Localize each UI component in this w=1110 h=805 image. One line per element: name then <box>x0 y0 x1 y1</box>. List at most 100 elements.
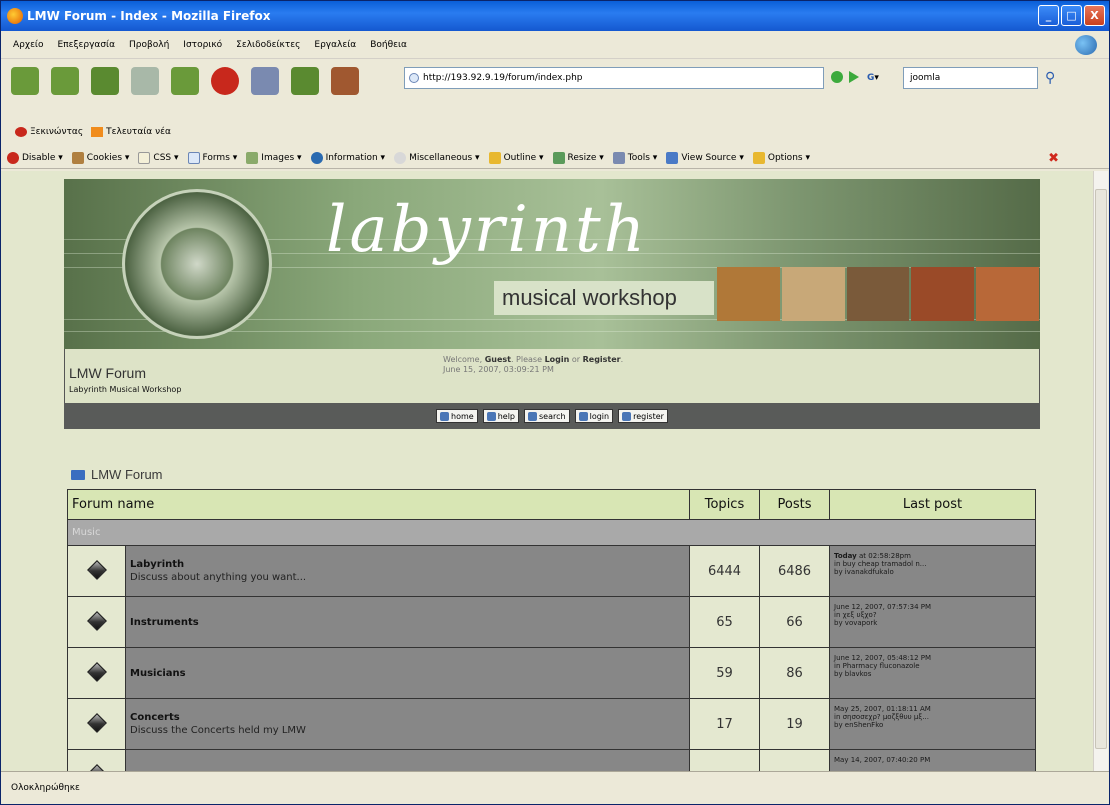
close-toolbar-icon[interactable]: ✖ <box>1048 151 1059 166</box>
last-post-cell: Today at 02:58:28pm in buy cheap tramado… <box>829 545 1036 597</box>
view-source-icon <box>666 151 679 164</box>
adblock-icon[interactable] <box>211 67 239 95</box>
dev-images[interactable]: Images ▾ <box>246 151 302 164</box>
search-engine-label: G <box>867 73 875 83</box>
stop-icon[interactable] <box>131 67 159 95</box>
dev-options[interactable]: Options ▾ <box>752 151 810 164</box>
bookmark-latest-news[interactable]: Τελευταία νέα <box>91 127 171 137</box>
forum-cell: Musicians <box>125 647 690 699</box>
login-button[interactable]: login <box>574 409 614 423</box>
menu-file[interactable]: Αρχείο <box>13 40 44 50</box>
search-icon <box>528 411 538 421</box>
search-icon[interactable]: ⚲ <box>1045 70 1055 86</box>
forum-cell: Concerts Discuss the Concerts held my LM… <box>125 698 690 750</box>
back-icon[interactable] <box>11 67 39 95</box>
dev-label: Miscellaneous <box>409 152 473 163</box>
css-icon <box>138 151 151 164</box>
bookmark-label: Ξεκινώντας <box>30 127 84 137</box>
forum-link[interactable]: Labyrinth <box>130 559 689 570</box>
folder-icon <box>71 469 85 480</box>
help-button[interactable]: help <box>482 409 520 423</box>
home-icon <box>440 411 450 421</box>
download-icon[interactable] <box>331 67 359 95</box>
maximize-button[interactable]: □ <box>1061 5 1082 26</box>
home-button[interactable]: home <box>436 409 478 423</box>
col-topics: Topics <box>689 489 760 520</box>
forum-link[interactable]: Instruments <box>130 617 689 628</box>
menu-bookmarks[interactable]: Σελιδοδείκτες <box>236 40 300 50</box>
category-music[interactable]: Music <box>67 519 1036 546</box>
chevron-down-icon: ▾ <box>874 73 879 83</box>
banner-subtitle: musical workshop <box>494 281 714 315</box>
search-button[interactable]: search <box>524 409 570 423</box>
register-button[interactable]: register <box>618 409 668 423</box>
dev-label: Forms <box>202 152 230 163</box>
register-link[interactable]: Register <box>583 355 621 364</box>
forum-link[interactable]: Concerts <box>130 712 689 723</box>
search-field[interactable]: joomla <box>903 67 1038 89</box>
posts-count: 19 <box>759 698 830 750</box>
last-post-link[interactable]: in χεξ υξχο? <box>834 611 1035 619</box>
menu-tools[interactable]: Εργαλεία <box>314 40 356 50</box>
outline-icon <box>488 151 501 164</box>
forum-status-icon <box>67 698 126 750</box>
dev-tools[interactable]: Tools ▾ <box>612 151 657 164</box>
window-controls: _ □ X <box>1038 5 1105 26</box>
forum-link[interactable]: Musicians <box>130 668 689 679</box>
window-title: LMW Forum - Index - Mozilla Firefox <box>27 9 271 23</box>
close-button[interactable]: X <box>1084 5 1105 26</box>
forward-icon[interactable] <box>51 67 79 95</box>
last-post-author[interactable]: by vovapork <box>834 619 1035 627</box>
dev-cookies[interactable]: Cookies ▾ <box>71 151 129 164</box>
browser-window: LMW Forum - Index - Mozilla Firefox _ □ … <box>0 0 1110 805</box>
dev-forms[interactable]: Forms ▾ <box>187 151 237 164</box>
menu-help[interactable]: Βοήθεια <box>370 40 407 50</box>
vertical-scrollbar[interactable] <box>1093 171 1108 771</box>
menu-view[interactable]: Προβολή <box>129 40 169 50</box>
last-post-cell: June 12, 2007, 07:57:34 PM in χεξ υξχο? … <box>829 596 1036 648</box>
reload-icon[interactable] <box>91 67 119 95</box>
menu-history[interactable]: Ιστορικό <box>183 40 222 50</box>
forum-description: Discuss the Concerts held my LMW <box>130 725 306 736</box>
table-row: Instruments 65 66 June 12, 2007, 07:57:3… <box>67 596 1036 648</box>
last-post-link[interactable]: in Pharmacy fluconazole <box>834 662 1035 670</box>
last-post-link[interactable]: in σησοσεχρ? μοζξθυυ μξ... <box>834 713 1035 721</box>
go-icon[interactable] <box>831 71 843 83</box>
go-arrow-icon[interactable] <box>849 71 859 83</box>
minimize-button[interactable]: _ <box>1038 5 1059 26</box>
login-link[interactable]: Login <box>545 355 570 364</box>
page-viewport: labyrinth musical workshop LMW Forum Lab… <box>1 171 1095 771</box>
dev-disable[interactable]: Disable ▾ <box>7 151 63 164</box>
banner-logo: labyrinth <box>326 193 648 267</box>
last-post-link[interactable]: in buy cheap tramadol n... <box>834 560 1035 568</box>
menu-edit[interactable]: Επεξεργασία <box>58 40 116 50</box>
forum-status-icon <box>67 749 126 771</box>
last-post-author[interactable]: by ivanakdfukalo <box>834 568 1035 576</box>
last-post-author[interactable]: by blavkos <box>834 670 1035 678</box>
dev-label: CSS <box>153 152 172 163</box>
topics-count: 6444 <box>689 545 760 597</box>
title-bar[interactable]: LMW Forum - Index - Mozilla Firefox _ □ … <box>1 1 1109 31</box>
images-icon <box>246 151 259 164</box>
dev-miscellaneous[interactable]: Miscellaneous ▾ <box>394 151 480 164</box>
search-engine-selector[interactable]: G ▾ <box>867 69 903 87</box>
home-icon[interactable] <box>171 67 199 95</box>
scrollbar-thumb[interactable] <box>1095 189 1107 749</box>
dev-resize[interactable]: Resize ▾ <box>552 151 604 164</box>
dev-css[interactable]: CSS ▾ <box>138 151 179 164</box>
search-text: joomla <box>910 73 941 83</box>
last-post-author[interactable]: by enShenFko <box>834 721 1035 729</box>
misc-icon <box>394 151 407 164</box>
dev-information[interactable]: Information ▾ <box>310 151 385 164</box>
welcome-text: Welcome, Guest. Please Login or Register… <box>443 355 624 364</box>
print-icon[interactable] <box>251 67 279 95</box>
url-field[interactable]: http://193.92.9.19/forum/index.php <box>404 67 824 89</box>
breadcrumb[interactable]: LMW Forum <box>71 467 163 482</box>
dev-outline[interactable]: Outline ▾ <box>488 151 544 164</box>
dev-label: Cookies <box>86 152 123 163</box>
bookmark-manager-icon[interactable] <box>291 67 319 95</box>
col-forum-name: Forum name <box>67 489 690 520</box>
dev-view-source[interactable]: View Source ▾ <box>666 151 744 164</box>
bookmark-getting-started[interactable]: Ξεκινώντας <box>15 127 83 137</box>
forum-description: Discuss about anything you want... <box>130 572 307 583</box>
